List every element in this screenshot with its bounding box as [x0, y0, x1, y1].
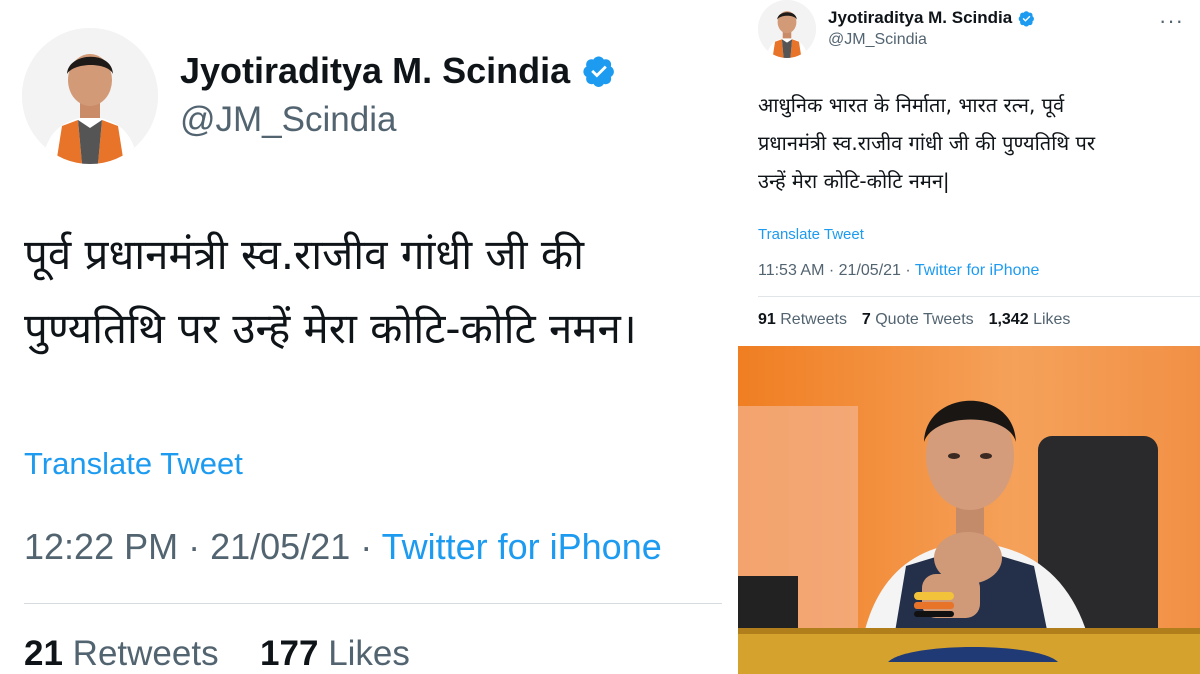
retweets-count: 91	[758, 311, 776, 328]
author-handle[interactable]: @JM_Scindia	[828, 31, 927, 49]
meta-separator: ·	[905, 262, 915, 279]
right-tweet-card: Jyotiraditya M. Scindia @JM_Scindia ··· …	[738, 0, 1200, 346]
verified-badge-icon	[1018, 10, 1035, 26]
author-handle[interactable]: @JM_Scindia	[180, 100, 396, 140]
tweet-stats: 91 Retweets 7 Quote Tweets 1,342 Likes	[758, 311, 1070, 329]
quote-tweets-label: Quote Tweets	[875, 311, 974, 328]
retweets-count: 21	[24, 634, 63, 673]
author-avatar[interactable]	[758, 0, 816, 58]
retweets-stat[interactable]: 91 Retweets	[758, 311, 847, 328]
quote-tweets-count: 7	[861, 311, 871, 328]
retweets-label: Retweets	[72, 634, 219, 673]
tweet-text: पूर्व प्रधानमंत्री स्व.राजीव गांधी जी की…	[24, 218, 722, 366]
meta-separator: ·	[360, 526, 382, 567]
translate-tweet-link[interactable]: Translate Tweet	[758, 226, 864, 243]
divider	[758, 296, 1200, 297]
more-options-icon[interactable]: ···	[1159, 8, 1184, 34]
likes-stat[interactable]: 177 Likes	[260, 634, 410, 673]
author-name-text[interactable]: Jyotiraditya M. Scindia	[180, 50, 570, 92]
tweet-stats: 21 Retweets 177 Likes	[24, 634, 410, 674]
tweet-text-line-1: आधुनिक भारत के निर्माता, भारत रत्न, पूर्…	[758, 93, 1065, 117]
divider	[24, 603, 722, 604]
panel-gap	[722, 0, 738, 674]
author-avatar[interactable]	[22, 28, 158, 164]
tweet-time[interactable]: 12:22 PM	[24, 526, 178, 567]
tweet-text-line-3: उन्हें मेरा कोटि-कोटि नमन|	[758, 169, 950, 193]
tweet-time[interactable]: 11:53 AM	[758, 262, 824, 279]
likes-count: 1,342	[988, 311, 1029, 328]
likes-label: Likes	[328, 634, 410, 673]
tweet-date[interactable]: 21/05/21	[839, 262, 901, 279]
likes-stat[interactable]: 1,342 Likes	[989, 311, 1071, 328]
tweet-source-link[interactable]: Twitter for iPhone	[915, 262, 1040, 279]
likes-count: 177	[260, 634, 319, 673]
author-name[interactable]: Jyotiraditya M. Scindia	[828, 8, 1035, 28]
news-photo	[738, 346, 1200, 674]
verified-badge-icon	[583, 56, 614, 87]
tweet-text-line-2: पुण्यतिथि पर उन्हें मेरा कोटि-कोटि नमन।	[24, 304, 637, 353]
meta-separator: ·	[828, 262, 839, 279]
retweets-label: Retweets	[780, 311, 847, 328]
tweet-meta: 11:53 AM · 21/05/21 · Twitter for iPhone	[758, 262, 1039, 280]
meta-separator: ·	[188, 526, 211, 567]
tweet-date[interactable]: 21/05/21	[210, 526, 350, 567]
tweet-meta: 12:22 PM · 21/05/21 · Twitter for iPhone	[24, 526, 662, 568]
author-name[interactable]: Jyotiraditya M. Scindia	[180, 50, 616, 92]
tweet-text-line-1: पूर्व प्रधानमंत्री स्व.राजीव गांधी जी की	[24, 230, 584, 279]
left-tweet-card: Jyotiraditya M. Scindia @JM_Scindia पूर्…	[0, 0, 722, 674]
likes-label: Likes	[1033, 311, 1071, 328]
tweet-source-link[interactable]: Twitter for iPhone	[382, 526, 662, 567]
retweets-stat[interactable]: 21 Retweets	[24, 634, 219, 673]
translate-tweet-link[interactable]: Translate Tweet	[24, 446, 243, 482]
tweet-text-line-2: प्रधानमंत्री स्व.राजीव गांधी जी की पुण्य…	[758, 131, 1096, 155]
tweet-text: आधुनिक भारत के निर्माता, भारत रत्न, पूर्…	[758, 86, 1188, 200]
quote-tweets-stat[interactable]: 7 Quote Tweets	[862, 311, 974, 328]
author-name-text[interactable]: Jyotiraditya M. Scindia	[828, 8, 1012, 28]
